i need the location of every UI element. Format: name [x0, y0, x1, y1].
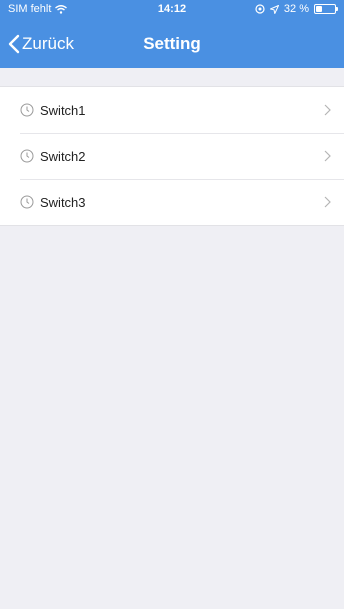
clock-icon	[20, 103, 34, 117]
battery-tip	[336, 7, 338, 11]
app-header: SIM fehlt 14:12 32 % Zurück Setting	[0, 0, 344, 68]
list-item-label: Switch1	[40, 102, 86, 118]
status-right: 32 %	[255, 3, 338, 15]
chevron-right-icon	[322, 103, 332, 117]
clock-icon	[20, 195, 34, 209]
battery-percent: 32 %	[283, 3, 309, 15]
list-item-label: Switch3	[40, 194, 86, 210]
navigation-bar: Zurück Setting	[0, 20, 344, 68]
list-item-switch2[interactable]: Switch2	[0, 133, 344, 179]
location-icon	[269, 4, 279, 14]
settings-list: Switch1 Switch2 Switch3	[0, 86, 344, 226]
battery-fill	[316, 6, 322, 12]
chevron-right-icon	[322, 149, 332, 163]
list-item-switch1[interactable]: Switch1	[0, 87, 344, 133]
chevron-right-icon	[322, 195, 332, 209]
battery-icon	[314, 4, 338, 14]
status-bar: SIM fehlt 14:12 32 %	[0, 0, 344, 20]
clock-icon	[20, 149, 34, 163]
page-title: Setting	[143, 34, 201, 53]
list-item-switch3[interactable]: Switch3	[0, 179, 344, 225]
rotation-lock-icon	[255, 4, 265, 14]
list-item-label: Switch2	[40, 148, 86, 164]
